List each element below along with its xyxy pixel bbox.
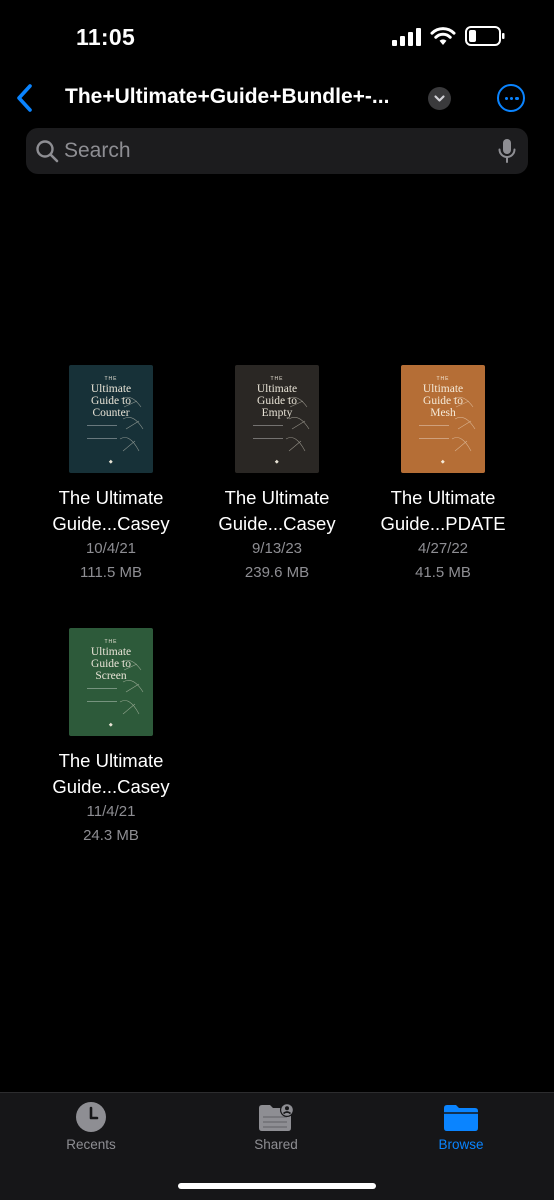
wifi-icon (430, 27, 456, 45)
play-diagram-icon (451, 396, 476, 452)
microphone-icon[interactable] (496, 138, 518, 164)
file-name: The Ultimate Guide...Casey (28, 748, 194, 800)
cover-divider (87, 425, 117, 439)
file-size: 41.5 MB (415, 564, 471, 581)
search-bar[interactable] (26, 128, 528, 174)
tab-recents[interactable]: Recents (31, 1101, 151, 1152)
cover-divider (253, 425, 283, 439)
file-item[interactable]: THE Ultimate Guide to Empty ◆ The Ultima… (194, 365, 360, 585)
folder-icon (444, 1105, 478, 1131)
file-date: 10/4/21 (85, 540, 137, 557)
search-input[interactable] (64, 128, 484, 174)
file-name: The Ultimate Guide...Casey (194, 485, 360, 537)
search-icon (36, 140, 59, 163)
play-diagram-icon (119, 396, 144, 452)
clock-icon (76, 1102, 106, 1132)
file-item[interactable]: THE Ultimate Guide to Mesh ◆ The Ultimat… (360, 365, 526, 585)
tab-shared[interactable]: Shared (216, 1101, 336, 1152)
back-chevron-icon[interactable] (12, 80, 40, 116)
file-size: 239.6 MB (244, 564, 310, 581)
cover-logo: ◆ (440, 459, 446, 465)
shared-folder-icon (259, 1103, 294, 1131)
file-name: The Ultimate Guide...Casey (28, 485, 194, 537)
file-size: 111.5 MB (80, 564, 142, 581)
pdf-thumbnail: THE Ultimate Guide to Screen ◆ (69, 628, 153, 736)
status-bar: 11:05 (0, 0, 554, 70)
tab-browse[interactable]: Browse (401, 1101, 521, 1152)
file-name-line: The Ultimate (224, 487, 330, 508)
file-name-line: Guide...PDATE (380, 513, 506, 534)
cover-divider (87, 688, 117, 702)
file-name-line: Guide...Casey (218, 513, 336, 534)
title-menu-button[interactable] (428, 87, 451, 110)
pdf-thumbnail: THE Ultimate Guide to Counter ◆ (69, 365, 153, 473)
tab-label: Browse (438, 1137, 484, 1152)
cover-kicker: THE (104, 639, 118, 645)
home-indicator (178, 1183, 376, 1189)
folder-title[interactable]: The+Ultimate+Guide+Bundle+-... (65, 85, 415, 109)
cover-logo: ◆ (108, 459, 114, 465)
file-size: 24.3 MB (83, 827, 139, 844)
battery-icon (465, 26, 505, 46)
cellular-signal-icon (392, 28, 421, 46)
pdf-thumbnail: THE Ultimate Guide to Empty ◆ (235, 365, 319, 473)
file-date: 4/27/22 (417, 540, 469, 557)
navigation-bar: The+Ultimate+Guide+Bundle+-... (0, 78, 554, 118)
pdf-thumbnail: THE Ultimate Guide to Mesh ◆ (401, 365, 485, 473)
cover-logo: ◆ (274, 459, 280, 465)
cover-logo: ◆ (108, 722, 114, 728)
file-name-line: The Ultimate (390, 487, 496, 508)
file-date: 11/4/21 (86, 803, 136, 820)
cover-kicker: THE (436, 376, 450, 382)
cover-divider (419, 425, 449, 439)
chevron-down-icon (434, 95, 445, 102)
file-name-line: The Ultimate (58, 750, 164, 771)
tab-label: Shared (254, 1137, 298, 1152)
play-diagram-icon (119, 659, 144, 715)
file-item[interactable]: THE Ultimate Guide to Counter ◆ The Ulti… (28, 365, 194, 585)
file-date: 9/13/23 (251, 540, 303, 557)
cover-kicker: THE (270, 376, 284, 382)
tab-label: Recents (66, 1137, 116, 1152)
play-diagram-icon (285, 396, 310, 452)
file-name-line: Guide...Casey (52, 513, 170, 534)
cover-kicker: THE (104, 376, 118, 382)
status-time: 11:05 (76, 24, 136, 50)
file-item[interactable]: THE Ultimate Guide to Screen ◆ The Ultim… (28, 628, 194, 848)
file-name-line: Guide...Casey (52, 776, 170, 797)
file-name: The Ultimate Guide...PDATE (360, 485, 526, 537)
more-options-button[interactable] (497, 84, 525, 112)
file-name-line: The Ultimate (58, 487, 164, 508)
